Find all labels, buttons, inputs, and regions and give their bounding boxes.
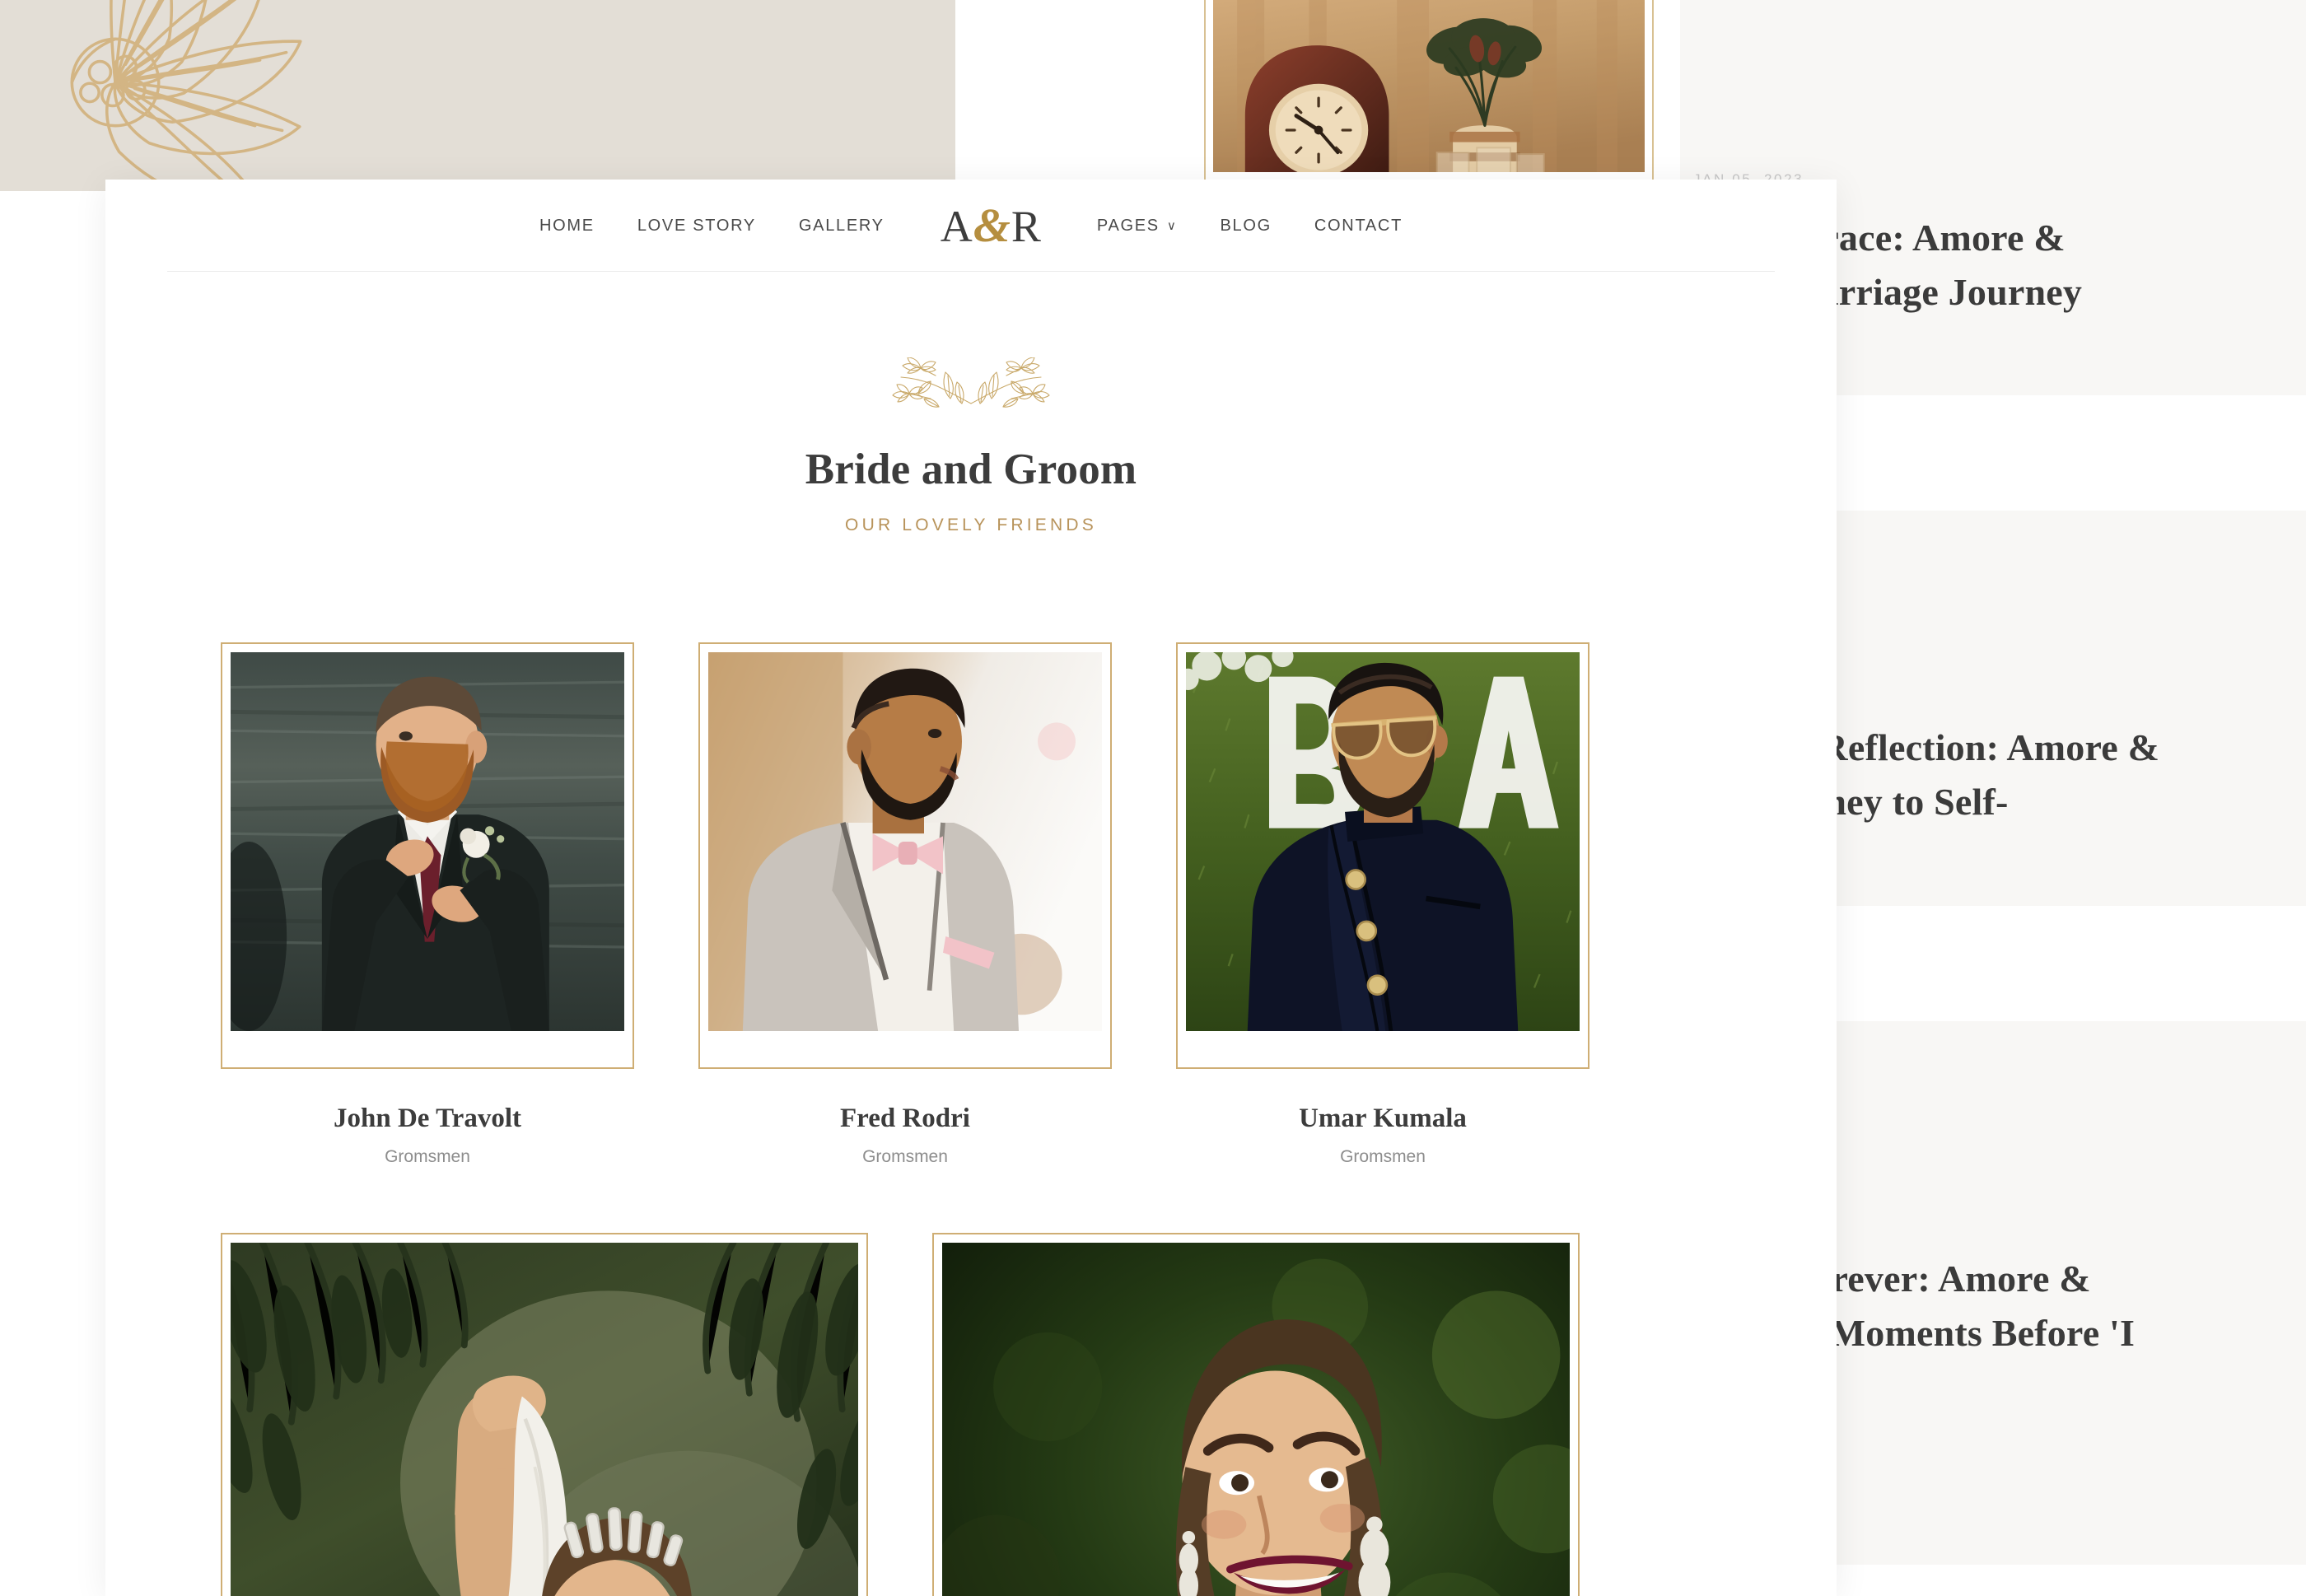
member-name: Fred Rodri — [698, 1104, 1112, 1134]
nav-link-gallery[interactable]: GALLERY — [777, 217, 906, 236]
main-navigation: HOME LOVE STORY GALLERY A & R PAGES ∨ BLO… — [105, 180, 1837, 272]
nav-links-group: HOME LOVE STORY GALLERY A & R PAGES ∨ BLO… — [518, 202, 1424, 250]
floral-divider-icon — [885, 357, 1057, 423]
vintage-clock-photo-card — [1204, 0, 1654, 181]
member-card[interactable]: John De Travolt Gromsmen — [221, 642, 634, 1167]
member-photo-frame — [221, 1233, 868, 1596]
vintage-clock-and-plant-photo — [1213, 0, 1645, 172]
member-photo-frame — [698, 642, 1112, 1069]
member-photo-frame — [221, 642, 634, 1069]
member-photo-umar — [1186, 652, 1580, 1031]
nav-link-contact[interactable]: CONTACT — [1293, 217, 1424, 236]
member-photo-frame — [1176, 642, 1589, 1069]
member-role: Gromsmen — [221, 1147, 634, 1167]
member-card[interactable] — [932, 1233, 1580, 1596]
member-card[interactable]: Umar Kumala Gromsmen — [1176, 642, 1589, 1167]
member-role: Gromsmen — [1176, 1147, 1589, 1167]
member-name: Umar Kumala — [1176, 1104, 1589, 1134]
page-subtitle: OUR LOVELY FRIENDS — [105, 516, 1837, 535]
member-photo-fred — [708, 652, 1102, 1031]
nav-link-pages-label: PAGES — [1097, 217, 1160, 235]
nav-link-home[interactable]: HOME — [518, 217, 616, 236]
section-header: Bride and Groom OUR LOVELY FRIENDS — [105, 272, 1837, 535]
nav-link-love-story[interactable]: LOVE STORY — [616, 217, 777, 236]
nav-divider — [167, 271, 1775, 272]
member-photo-frame — [932, 1233, 1580, 1596]
logo-ampersand: & — [973, 202, 1011, 250]
member-photo-bride-veil — [231, 1243, 858, 1596]
page-modal: HOME LOVE STORY GALLERY A & R PAGES ∨ BLO… — [105, 180, 1837, 1596]
member-card[interactable]: Fred Rodri Gromsmen — [698, 642, 1112, 1167]
chevron-down-icon: ∨ — [1167, 218, 1178, 233]
member-name: John De Travolt — [221, 1104, 634, 1134]
page-title: Bride and Groom — [105, 445, 1837, 494]
member-card[interactable] — [221, 1233, 868, 1596]
member-role: Gromsmen — [698, 1147, 1112, 1167]
logo-letter-r: R — [1011, 204, 1041, 249]
member-photo-bride-smiling — [942, 1243, 1570, 1596]
members-grid: John De Travolt Gromsmen — [105, 642, 1837, 1596]
nav-link-pages[interactable]: PAGES ∨ — [1076, 217, 1199, 236]
site-logo[interactable]: A & R — [906, 202, 1076, 250]
nav-link-blog[interactable]: BLOG — [1199, 217, 1293, 236]
logo-letter-a: A — [941, 204, 973, 249]
member-photo-john — [231, 652, 624, 1031]
